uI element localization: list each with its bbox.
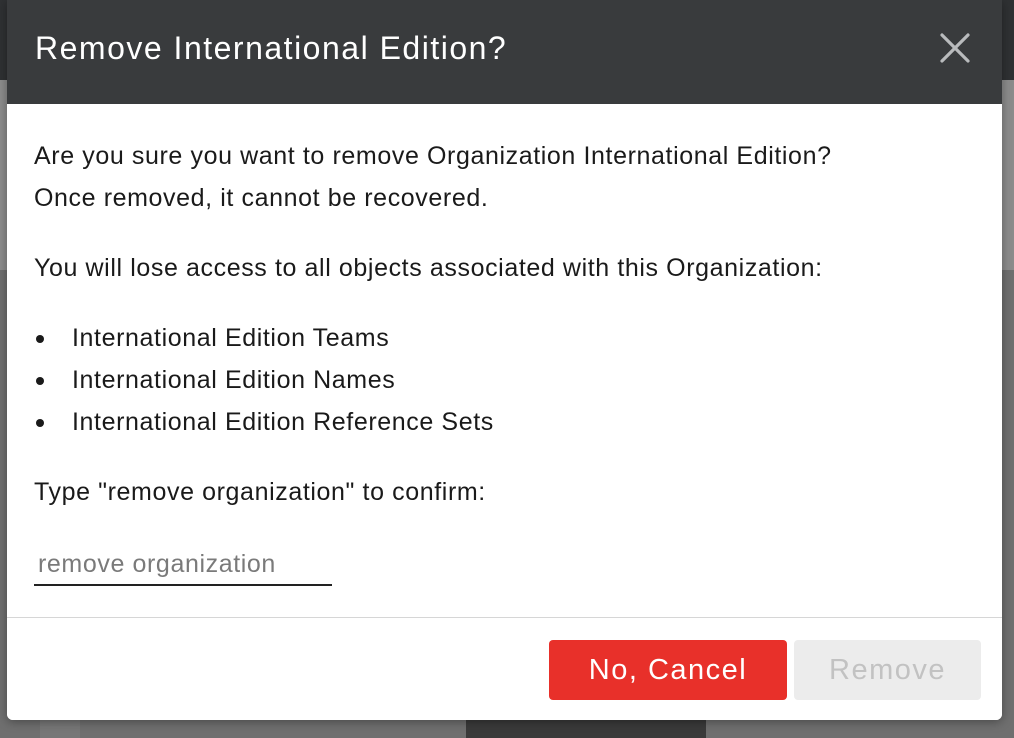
- remove-button[interactable]: Remove: [794, 640, 981, 700]
- remove-organization-dialog: Remove International Edition? Are you su…: [7, 0, 1002, 720]
- close-button[interactable]: [935, 28, 975, 68]
- lose-access-text: You will lose access to all objects asso…: [34, 254, 823, 282]
- associated-object-label: International Edition Reference Sets: [72, 408, 494, 436]
- close-icon: [940, 33, 970, 63]
- dialog-header: Remove International Edition?: [7, 0, 1002, 104]
- dialog-body: Are you sure you want to remove Organiza…: [7, 104, 1002, 617]
- list-item: International Edition Names: [34, 364, 494, 406]
- dialog-footer: No, Cancel Remove: [7, 617, 1002, 720]
- associated-object-label: International Edition Teams: [72, 324, 390, 352]
- bullet-icon: [36, 419, 44, 427]
- confirm-text-input[interactable]: [34, 544, 332, 586]
- list-item: International Edition Teams: [34, 322, 494, 364]
- confirm-prompt: Type "remove organization" to confirm:: [34, 478, 486, 506]
- associated-objects-list: International Edition Teams Internationa…: [34, 322, 494, 448]
- associated-object-label: International Edition Names: [72, 366, 396, 394]
- dialog-title: Remove International Edition?: [35, 30, 508, 66]
- bullet-icon: [36, 335, 44, 343]
- cancel-button[interactable]: No, Cancel: [549, 640, 787, 700]
- list-item: International Edition Reference Sets: [34, 406, 494, 448]
- confirmation-question: Are you sure you want to remove Organiza…: [34, 142, 832, 170]
- irreversible-warning: Once removed, it cannot be recovered.: [34, 184, 489, 212]
- bullet-icon: [36, 377, 44, 385]
